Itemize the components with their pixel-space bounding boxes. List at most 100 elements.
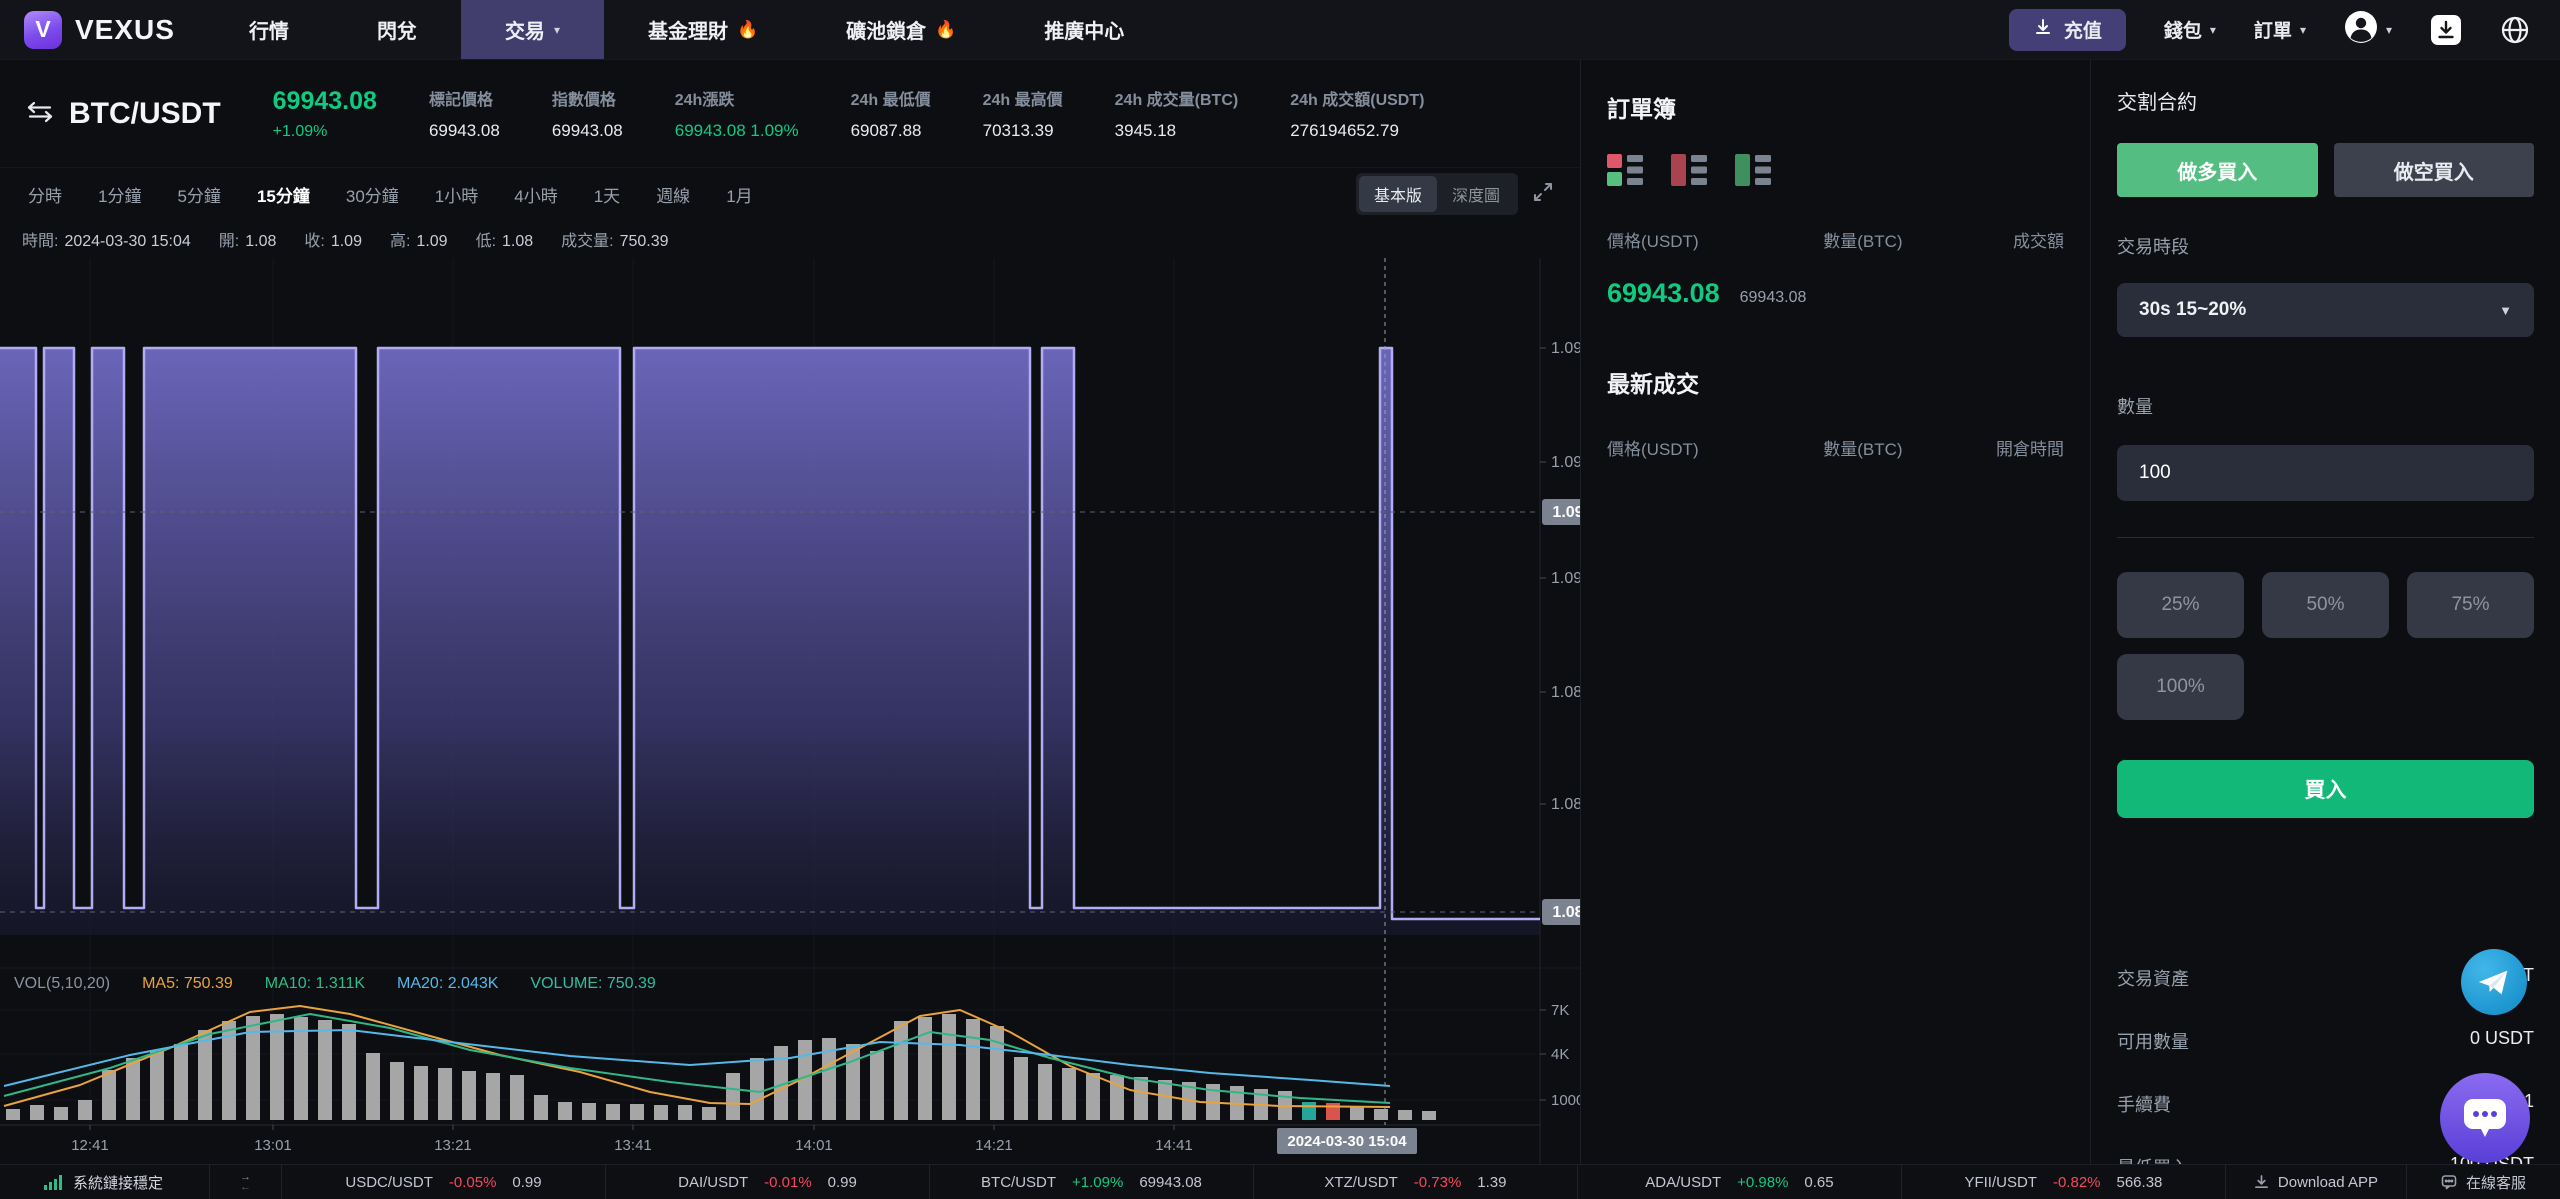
- stat-value: 69943.08: [428, 121, 500, 140]
- nav-item-基金理財[interactable]: 基金理財 🔥: [604, 0, 802, 59]
- orderbook-last-price: 69943.08: [1607, 278, 1720, 308]
- chart-column: BTC/USDT 69943.08 +1.09% 標記價格 69943.08 指數價…: [0, 60, 1605, 1199]
- last-price: 69943.08: [272, 86, 377, 115]
- nav-item-閃兌[interactable]: 閃兌: [333, 0, 461, 59]
- short-buy-button[interactable]: 做空買入: [2333, 143, 2534, 197]
- ohlc-info-value: 1.09: [416, 233, 448, 250]
- top-navbar: V VEXUS 行情 閃兌 交易 ▾ 基金理財 🔥 礦池鎖倉 🔥 推廣中心 充值 錢包 ▾ 訂單…: [0, 0, 2560, 60]
- ticker-stat: 24h 最低價 69087.88: [851, 86, 931, 141]
- ticker-change: -0.73%: [1413, 1173, 1462, 1191]
- available-amount-value: 0 USDT: [2469, 1028, 2534, 1048]
- ticker-pair: YFII/USDT: [1964, 1173, 2037, 1191]
- status-ticker-ADA/USDT[interactable]: ADA/USDT +0.98% 0.65: [1576, 1165, 1901, 1199]
- mode-depth-tab[interactable]: 深度圖: [1437, 176, 1515, 212]
- price-chart[interactable]: 12:41 13:01 13:21 13:41 14:01 14:21 14:41 2024-…: [0, 258, 1605, 1164]
- ma5-label: MA5: 750.39: [142, 975, 233, 992]
- trade-asset-label: 交易資產: [2117, 969, 2189, 989]
- pair-selector[interactable]: BTC/USDT: [26, 97, 221, 131]
- telegram-float-button[interactable]: [2461, 949, 2527, 1015]
- svg-text:1.08: 1.08: [1551, 796, 1580, 813]
- chevron-down-icon: ▼: [2499, 302, 2512, 318]
- timeframe-1分鐘[interactable]: 1分鐘: [80, 182, 159, 207]
- pair-name: BTC/USDT: [69, 96, 221, 130]
- mode-basic-tab[interactable]: 基本版: [1358, 176, 1437, 212]
- orderbook-view-bids-icon[interactable]: [1735, 154, 1771, 191]
- orderbook-view-both-icon[interactable]: [1607, 154, 1643, 191]
- online-support-link[interactable]: 在線客服: [2405, 1165, 2560, 1199]
- orderbook-view-asks-icon[interactable]: [1671, 154, 1707, 191]
- nav-item-行情[interactable]: 行情: [205, 0, 333, 59]
- percent-25-button[interactable]: 25%: [2117, 572, 2244, 638]
- nav-item-礦池鎖倉[interactable]: 礦池鎖倉 🔥: [802, 0, 1000, 59]
- status-ticker-BTC/USDT[interactable]: BTC/USDT +1.09% 69943.08: [928, 1165, 1253, 1199]
- stat-label: 24h 最高價: [982, 92, 1063, 109]
- svg-text:14:21: 14:21: [975, 1137, 1013, 1154]
- timeframe-分時[interactable]: 分時: [10, 182, 80, 207]
- ma10-label: MA10: 1.311K: [264, 975, 366, 992]
- language-globe-button[interactable]: [2500, 15, 2530, 45]
- fullscreen-icon[interactable]: [1532, 181, 1554, 208]
- wallet-menu[interactable]: 錢包 ▾: [2164, 16, 2216, 43]
- percent-100-button[interactable]: 100%: [2117, 654, 2244, 720]
- volume-indicator-row: VOL(5,10,20) MA5: 750.39 MA10: 1.311K MA…: [14, 975, 656, 993]
- ticker-price: 69943.08: [1139, 1173, 1202, 1191]
- orders-menu[interactable]: 訂單 ▾: [2254, 16, 2306, 43]
- timeframe-1小時[interactable]: 1小時: [417, 182, 496, 207]
- download-app-link[interactable]: Download APP: [2224, 1165, 2406, 1199]
- svg-text:13:21: 13:21: [434, 1137, 472, 1154]
- timeframe-1月[interactable]: 1月: [708, 182, 770, 207]
- svg-text:1.08: 1.08: [1551, 684, 1580, 701]
- customer-chat-float-button[interactable]: [2440, 1073, 2530, 1163]
- status-ticker-USDC/USDT[interactable]: USDC/USDT -0.05% 0.99: [281, 1165, 605, 1199]
- ohlc-info-item: 開: 1.08: [218, 233, 277, 250]
- status-ticker-XTZ/USDT[interactable]: XTZ/USDT -0.73% 1.39: [1252, 1165, 1577, 1199]
- timeframe-1天[interactable]: 1天: [576, 182, 638, 207]
- status-ticker-DAI/USDT[interactable]: DAI/USDT -0.01% 0.99: [605, 1165, 929, 1199]
- nav-item-交易[interactable]: 交易 ▾: [460, 0, 604, 59]
- timeframe-15分鐘[interactable]: 15分鐘: [239, 182, 328, 207]
- chart-canvas[interactable]: 12:41 13:01 13:21 13:41 14:01 14:21 14:41 2024-…: [0, 258, 1605, 1164]
- ticker-pair: USDC/USDT: [345, 1173, 433, 1191]
- download-app-button[interactable]: [2430, 14, 2462, 46]
- orderbook-view-switch: [1607, 154, 2064, 191]
- ticker-scroll-toggle[interactable]: → ←: [209, 1165, 281, 1199]
- nav-item-推廣中心[interactable]: 推廣中心: [1000, 0, 1168, 59]
- trades-header-price: 價格(USDT): [1607, 440, 1699, 459]
- svg-text:4K: 4K: [1551, 1046, 1569, 1063]
- timeframe-週線[interactable]: 週線: [638, 182, 708, 207]
- timeframe-30分鐘[interactable]: 30分鐘: [328, 182, 417, 207]
- account-menu[interactable]: ▾: [2344, 10, 2392, 50]
- connection-status: 系統鏈接穩定: [0, 1165, 209, 1199]
- user-avatar-icon: [2344, 10, 2378, 50]
- buy-button[interactable]: 買入: [2117, 760, 2534, 818]
- orderbook-headers: 價格(USDT) 數量(BTC) 成交額: [1607, 227, 2064, 252]
- session-selected-value: 30s 15~20%: [2139, 299, 2247, 320]
- ticker-pair: BTC/USDT: [981, 1173, 1057, 1191]
- svg-text:14:01: 14:01: [795, 1137, 833, 1154]
- trades-header-time: 開倉時間: [1995, 440, 2064, 459]
- download-icon: [2254, 1174, 2268, 1188]
- contract-type-title: 交割合約: [2117, 92, 2197, 114]
- timeframe-4小時[interactable]: 4小時: [496, 182, 575, 207]
- ticker-change: +1.09%: [1072, 1173, 1124, 1191]
- brand[interactable]: V VEXUS: [0, 0, 205, 59]
- status-ticker-YFII/USDT[interactable]: YFII/USDT -0.82% 566.38: [1900, 1165, 2225, 1199]
- chevron-down-icon: ▾: [2385, 22, 2392, 37]
- svg-text:1.09: 1.09: [1551, 570, 1580, 587]
- recharge-button[interactable]: 充值: [2008, 8, 2126, 51]
- brand-name: VEXUS: [75, 13, 175, 45]
- online-support-text: 在線客服: [2465, 1174, 2526, 1192]
- svg-text:7K: 7K: [1551, 1002, 1569, 1019]
- session-label: 交易時段: [2117, 237, 2189, 257]
- percent-75-button[interactable]: 75%: [2407, 572, 2534, 638]
- stat-value: 3945.18: [1114, 121, 1177, 140]
- percent-buttons: 25% 50% 75% 100%: [2117, 572, 2534, 720]
- ohlc-info-row: 時間: 2024-03-30 15:04 開: 1.08 收: 1.09 高: 1.09 低: 1…: [0, 220, 1580, 258]
- session-select[interactable]: 30s 15~20% ▼: [2117, 283, 2534, 337]
- percent-50-button[interactable]: 50%: [2262, 572, 2389, 638]
- long-buy-button[interactable]: 做多買入: [2117, 143, 2318, 197]
- quantity-input[interactable]: [2117, 445, 2534, 501]
- fire-icon: 🔥: [736, 19, 759, 39]
- chat-icon: [2441, 1175, 2457, 1190]
- timeframe-5分鐘[interactable]: 5分鐘: [159, 182, 238, 207]
